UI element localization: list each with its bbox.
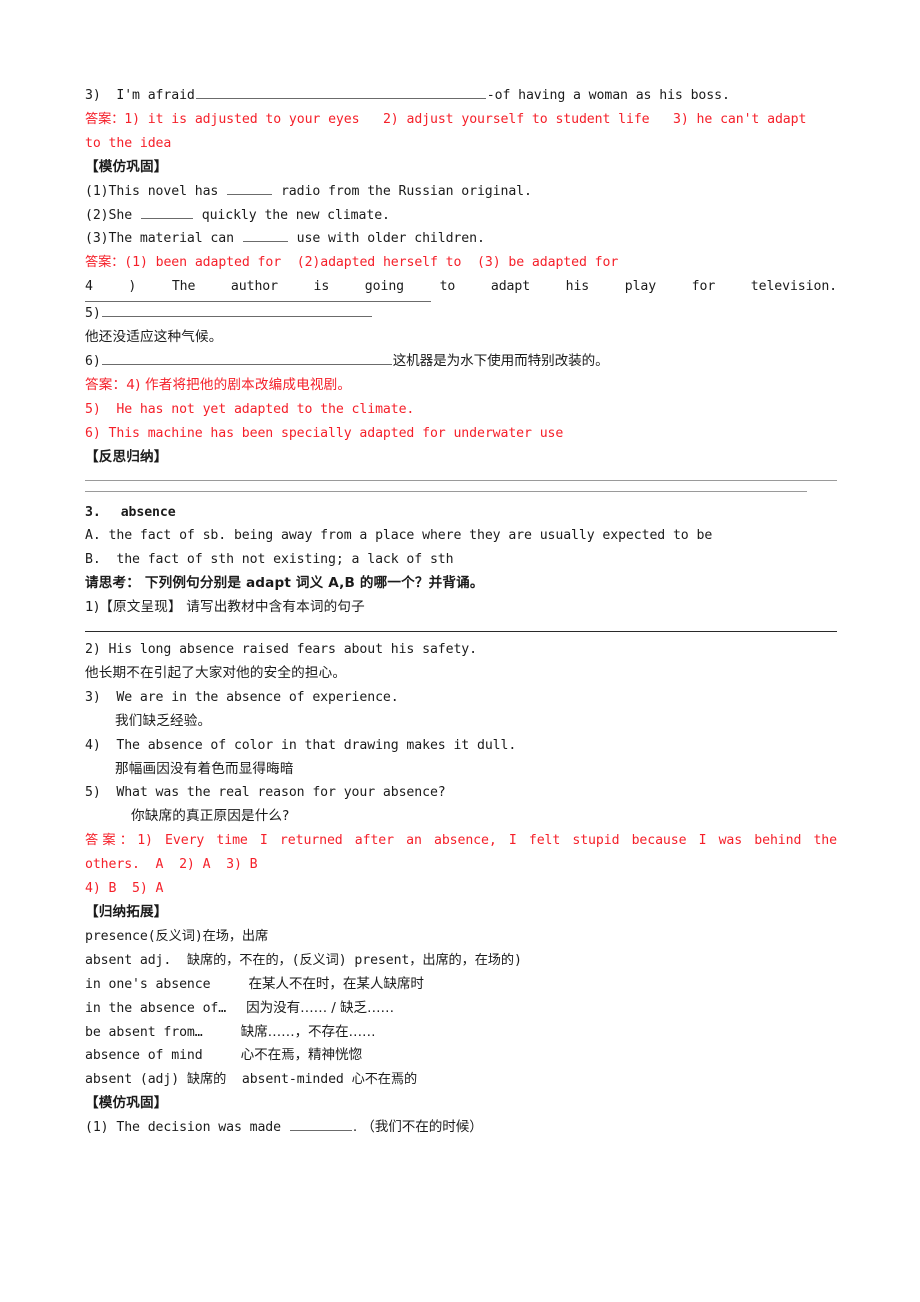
exercise-line-p1: (1)This novel has radio from the Russian…	[85, 180, 837, 204]
entry-word: absence	[120, 504, 176, 520]
extension-absence-of-mind: absence of mind 心不在焉，精神恍惚	[85, 1044, 837, 1068]
q6-tail-cn: 这机器是为水下使用而特别改装的。	[392, 352, 609, 369]
definition-a: A. the fact of sb. being away from a pla…	[85, 528, 713, 544]
exercise-line-q4: 4 ) The author is going to adapt his pla…	[85, 279, 837, 295]
reflection-write-rule-1[interactable]	[85, 479, 837, 481]
heading-reflection-summary: 【反思归纳】	[85, 448, 168, 465]
phrase-cn: 心不在焉，精神恍惚	[240, 1047, 363, 1064]
exercise-line-p2: (2)She quickly the new climate.	[85, 204, 837, 228]
phrase-cn: 缺席……，不存在……	[240, 1023, 376, 1040]
example-4-cn: 那幅画因没有着色而显得晦暗	[115, 760, 294, 777]
original-text-tag: 1)【原文呈现】	[85, 599, 182, 616]
fill-blank[interactable]	[101, 304, 372, 318]
fill-blank[interactable]	[101, 351, 392, 365]
phrase-en: in the absence of…	[85, 1000, 227, 1016]
document-body: 3) I'm afraid -of having a woman as his b…	[85, 84, 837, 1140]
q3-tail: -of having a woman as his boss.	[486, 88, 730, 103]
definition-b: B. the fact of sth not existing; a lack …	[85, 552, 454, 568]
p2-prompt: (2)She	[85, 207, 133, 223]
fill-blank[interactable]	[195, 85, 486, 99]
answer-line-adapt-5: 5) He has not yet adapted to the climate…	[85, 401, 415, 417]
example-3-cn: 我们缺乏经验。	[115, 712, 212, 729]
answer-line-adapt-1-cont: to the idea	[85, 135, 172, 151]
heading-imitation-practice-2: 【模仿巩固】	[85, 1095, 168, 1112]
exercise-line-q5-cn: 他还没适应这种气候。	[85, 329, 223, 346]
example-2-cn: 他长期不在引起了大家对他的安全的担心。	[85, 664, 347, 681]
example-3-en: 3) We are in the absence of experience.	[85, 689, 399, 705]
p3-tail: use with older children.	[296, 231, 485, 247]
example-5-en: 5) What was the real reason for your abs…	[85, 785, 446, 801]
decision-prompt: (1) The decision was made	[85, 1120, 281, 1136]
phrase-en: absence of mind	[85, 1048, 203, 1064]
extension-absent-adj: absent adj. 缺席的，不在的，(反义词) present，出席的，在场…	[85, 952, 522, 968]
exercise-line-p3: (3)The material can use with older child…	[85, 227, 837, 251]
exercise-line-original-text: 1)【原文呈现】 请写出教材中含有本词的句子	[85, 596, 837, 620]
phrase-en: in one's absence	[85, 976, 211, 992]
decision-tail-cn: . （我们不在的时候）	[352, 1119, 483, 1136]
extension-in-the-absence-of: in the absence of… 因为没有…… / 缺乏……	[85, 997, 837, 1021]
answer-line-adapt-6: 6) This machine has been specially adapt…	[85, 425, 564, 441]
p1-tail: radio from the Russian original.	[280, 183, 532, 199]
phrase-en: be absent from…	[85, 1024, 203, 1040]
document-page: 3) I'm afraid -of having a woman as his b…	[0, 0, 920, 1302]
answer-line-adapt-1: 答案：1) it is adjusted to your eyes 2) adj…	[85, 111, 807, 127]
fill-blank[interactable]	[242, 229, 288, 243]
original-text-instruction: 请写出教材中含有本词的句子	[186, 599, 365, 616]
example-4-en: 4) The absence of color in that drawing …	[85, 737, 517, 753]
q6-number: 6)	[85, 353, 101, 369]
exercise-line-q5: 5)	[85, 302, 837, 326]
exercise-line-decision: (1) The decision was made . （我们不在的时候）	[85, 1116, 837, 1140]
example-5-cn: 你缺席的真正原因是什么?	[131, 808, 290, 825]
exercise-line-q6: 6) 这机器是为水下使用而特别改装的。	[85, 350, 837, 374]
example-2-en: 2) His long absence raised fears about h…	[85, 642, 477, 658]
extension-absent-minded: absent (adj) 缺席的 absent-minded 心不在焉的	[85, 1072, 418, 1088]
fill-blank[interactable]	[227, 181, 273, 195]
heading-summary-extension: 【归纳拓展】	[85, 904, 168, 920]
original-text-write-rule[interactable]	[85, 631, 837, 633]
phrase-cn: 在某人不在时，在某人缺席时	[248, 975, 424, 992]
answer-line-adapt-4: 答案：4) 作者将把他的剧本改编成电视剧。	[85, 376, 352, 393]
answer-line-absence-1: 答案：1) Every time I returned after an abs…	[85, 833, 837, 849]
p2-tail: quickly the new climate.	[201, 207, 390, 223]
q3-prompt: 3) I'm afraid	[85, 88, 195, 103]
answer-line-absence-1-cont2: 4) B 5) A	[85, 881, 164, 897]
answer-line-absence-1-cont: others. A 2) A 3) B	[85, 857, 258, 873]
q5-number: 5)	[85, 306, 101, 322]
fill-blank[interactable]	[289, 1118, 352, 1132]
entry-heading-absence: 3. absence	[85, 501, 837, 525]
heading-imitation-practice: 【模仿巩固】	[85, 158, 168, 175]
extension-in-ones-absence: in one's absence 在某人不在时，在某人缺席时	[85, 973, 837, 997]
answer-line-adapt-2: 答案：(1) been adapted for (2)adapted herse…	[85, 255, 619, 271]
exercise-line-q3: 3) I'm afraid -of having a woman as his b…	[85, 84, 837, 108]
p3-prompt: (3)The material can	[85, 231, 234, 247]
extension-be-absent-from: be absent from… 缺席……，不存在……	[85, 1021, 837, 1045]
fill-blank[interactable]	[140, 205, 193, 219]
think-prompt: 请思考： 下列例句分别是 adapt 词义 A,B 的哪一个？并背诵。	[85, 575, 484, 592]
entry-number: 3.	[85, 504, 101, 520]
phrase-cn: 因为没有…… / 缺乏……	[246, 999, 394, 1016]
p1-prompt: (1)This novel has	[85, 183, 219, 199]
extension-presence: presence(反义词)在场，出席	[85, 928, 269, 944]
